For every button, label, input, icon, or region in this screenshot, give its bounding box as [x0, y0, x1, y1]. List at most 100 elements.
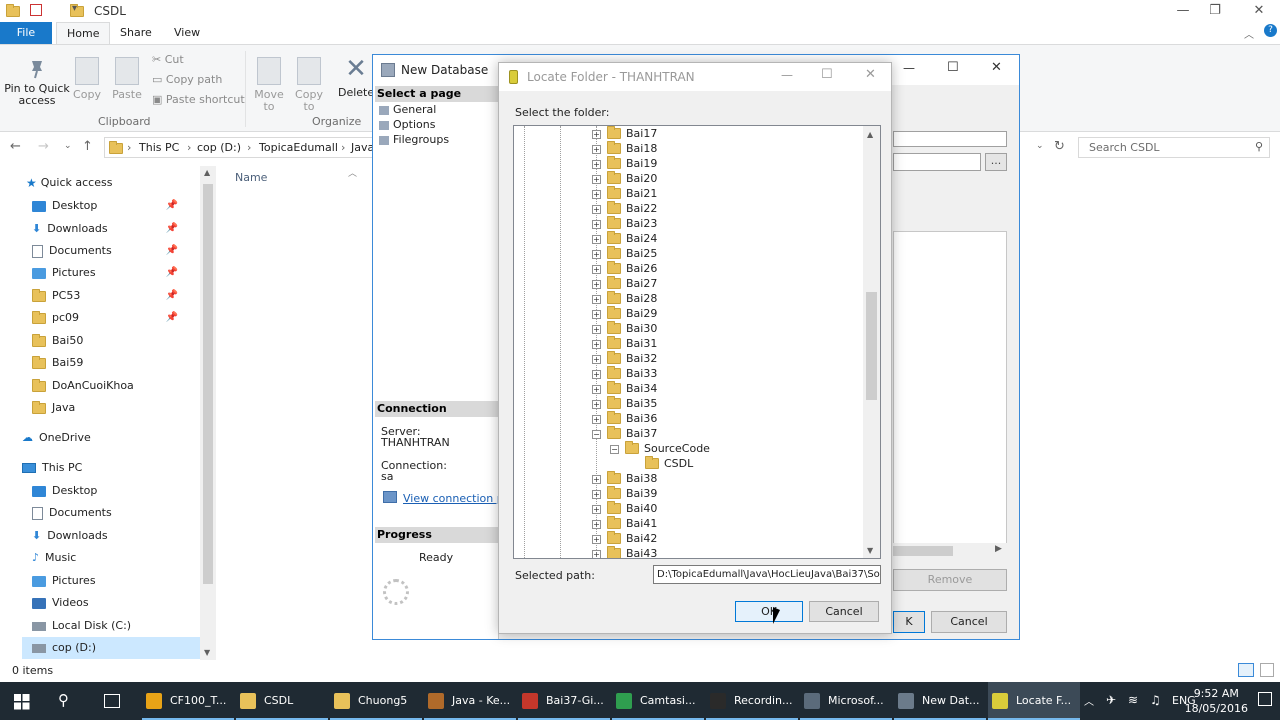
column-header-name[interactable]: Name	[235, 171, 267, 184]
expand-icon[interactable]: +	[592, 534, 601, 544]
minimize-icon[interactable]: —	[903, 61, 915, 75]
grid-horizontal-scrollbar[interactable]: ▶	[893, 543, 1007, 559]
remove-button[interactable]: Remove	[893, 569, 1007, 591]
taskbar-item-chrome[interactable]: CF100_T...	[142, 682, 234, 720]
expand-icon[interactable]: +	[592, 384, 601, 394]
details-view-icon[interactable]	[1238, 663, 1254, 677]
tree-item-bai21[interactable]: + Bai21	[592, 185, 657, 201]
nav-pc-cop-d[interactable]: cop (D:)	[22, 637, 200, 659]
database-name-field[interactable]	[893, 131, 1007, 147]
nav-pc-downloads[interactable]: ⬇ Downloads	[32, 525, 108, 547]
nav-item-pc09[interactable]: pc09 📌	[32, 307, 202, 329]
tree-item-bai30[interactable]: + Bai30	[592, 320, 657, 336]
tree-item-bai19[interactable]: + Bai19	[592, 155, 657, 171]
copy-path-button[interactable]: ▭ Copy path	[152, 73, 222, 86]
windows-start-icon[interactable]	[14, 694, 30, 710]
nav-item-java[interactable]: Java	[32, 397, 75, 419]
expand-icon[interactable]: +	[592, 189, 601, 199]
scroll-down-icon[interactable]: ▼	[204, 648, 210, 657]
pin-icon[interactable]: 📌	[166, 285, 178, 307]
owner-field[interactable]	[893, 153, 981, 171]
page-filegroups[interactable]: Filegroups	[379, 133, 449, 146]
delete-button[interactable]: ✕ Delete	[338, 55, 374, 99]
tree-item-bai20[interactable]: + Bai20	[592, 170, 657, 186]
collapse-ribbon-icon[interactable]: ︿	[1244, 26, 1254, 41]
task-view-icon[interactable]	[104, 694, 120, 708]
expand-icon[interactable]: +	[592, 549, 601, 558]
expand-icon[interactable]: +	[592, 354, 601, 364]
folder-tree[interactable]: + Bai17 + Bai18 + Bai19 + Bai20 + Bai21 + Bai22 + Bai…	[513, 125, 881, 559]
expand-icon[interactable]: +	[592, 504, 601, 514]
move-to-button[interactable]: Move to	[252, 57, 286, 113]
recent-locations-icon[interactable]: ⌄	[64, 141, 72, 151]
tree-item-bai22[interactable]: + Bai22	[592, 200, 657, 216]
tree-item-bai33[interactable]: + Bai33	[592, 365, 657, 381]
taskbar-item-explorer-chuong5[interactable]: Chuong5	[330, 682, 422, 720]
collapse-icon[interactable]: −	[610, 444, 619, 454]
breadcrumb-topicaedumall[interactable]: TopicaEdumall	[259, 141, 338, 154]
nav-pc-pictures[interactable]: Pictures	[32, 570, 96, 592]
tree-item-sourcecode[interactable]: − SourceCode	[610, 440, 710, 456]
large-icons-view-icon[interactable]	[1260, 663, 1274, 677]
help-icon[interactable]: ?	[1264, 24, 1277, 37]
minimize-icon[interactable]: —	[781, 68, 793, 82]
tree-item-bai27[interactable]: + Bai27	[592, 275, 657, 291]
taskbar-item-explorer-csdl[interactable]: CSDL	[236, 682, 328, 720]
copy-to-button[interactable]: Copy to	[292, 57, 326, 113]
copy-button[interactable]: Copy	[72, 57, 102, 101]
pin-icon[interactable]: 📌	[166, 240, 178, 262]
forward-arrow-icon[interactable]: →	[38, 139, 49, 154]
nav-quick-access[interactable]: ★ Quick access	[26, 172, 112, 194]
tree-item-bai29[interactable]: + Bai29	[592, 305, 657, 321]
scroll-down-icon[interactable]: ▼	[867, 546, 873, 555]
pin-icon[interactable]: 📌	[166, 218, 178, 240]
taskbar-item-recording[interactable]: Recordin...	[706, 682, 798, 720]
expand-icon[interactable]: +	[592, 414, 601, 424]
pin-icon[interactable]: 📌	[166, 307, 178, 329]
locate-folder-ok-button[interactable]: OK	[735, 601, 803, 622]
expand-icon[interactable]: +	[592, 294, 601, 304]
expand-icon[interactable]: +	[592, 144, 601, 154]
breadcrumb-this-pc[interactable]: This PC	[139, 141, 179, 154]
expand-icon[interactable]: +	[592, 159, 601, 169]
nav-item-pc53[interactable]: PC53 📌	[32, 285, 202, 307]
wifi-icon[interactable]: ≋	[1128, 693, 1138, 707]
expand-icon[interactable]: +	[592, 279, 601, 289]
scroll-up-icon[interactable]: ▲	[204, 168, 210, 177]
scrollbar-thumb[interactable]	[203, 184, 213, 584]
owner-browse-button[interactable]: ...	[985, 153, 1007, 171]
collapse-icon[interactable]: −	[592, 429, 601, 439]
expand-icon[interactable]: +	[592, 309, 601, 319]
nav-item-documents[interactable]: Documents 📌	[32, 240, 202, 262]
expand-icon[interactable]: +	[592, 399, 601, 409]
refresh-icon[interactable]: ↻	[1054, 139, 1065, 154]
expand-icon[interactable]: +	[592, 174, 601, 184]
expand-icon[interactable]: +	[592, 219, 601, 229]
tree-item-bai32[interactable]: + Bai32	[592, 350, 657, 366]
tree-item-bai31[interactable]: + Bai31	[592, 335, 657, 351]
locate-folder-cancel-button[interactable]: Cancel	[809, 601, 879, 622]
database-files-grid[interactable]	[893, 231, 1007, 551]
tree-item-bai39[interactable]: + Bai39	[592, 485, 657, 501]
maximize-icon[interactable]: ☐	[821, 67, 833, 82]
tree-item-bai38[interactable]: + Bai38	[592, 470, 657, 486]
address-dropdown-icon[interactable]: ⌄	[1036, 141, 1044, 151]
tree-item-bai40[interactable]: + Bai40	[592, 500, 657, 516]
navigation-scrollbar[interactable]: ▲ ▼	[200, 166, 216, 660]
taskbar-item-camtasia[interactable]: Camtasi...	[612, 682, 704, 720]
paste-button[interactable]: Paste	[110, 57, 144, 101]
nav-item-downloads[interactable]: ⬇ Downloads 📌	[32, 218, 202, 240]
search-icon[interactable]: ⚲	[58, 691, 69, 709]
tree-item-bai28[interactable]: + Bai28	[592, 290, 657, 306]
scroll-up-icon[interactable]: ▲	[867, 130, 873, 139]
cut-button[interactable]: ✂ Cut	[152, 53, 184, 66]
expand-icon[interactable]: +	[592, 249, 601, 259]
tree-item-bai41[interactable]: + Bai41	[592, 515, 657, 531]
back-arrow-icon[interactable]: ←	[10, 139, 21, 154]
notifications-icon[interactable]	[1258, 692, 1272, 706]
nav-pc-videos[interactable]: Videos	[32, 592, 89, 614]
network-icon[interactable]: ✈	[1106, 693, 1116, 707]
taskbar-item-new-database[interactable]: New Dat...	[894, 682, 986, 720]
tree-item-bai26[interactable]: + Bai26	[592, 260, 657, 276]
quick-access-toolbar-dropdown-icon[interactable]: ▾	[72, 3, 77, 14]
